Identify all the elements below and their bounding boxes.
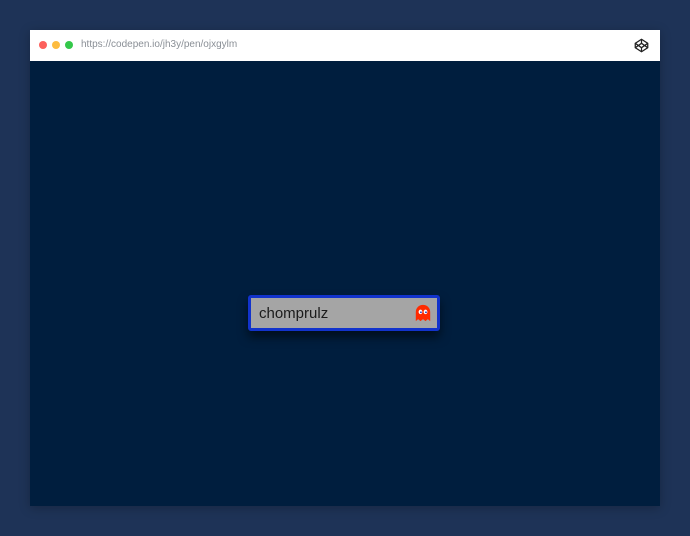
browser-window: https://codepen.io/jh3y/pen/ojxgylm bbox=[30, 30, 660, 506]
maximize-dot[interactable] bbox=[65, 41, 73, 49]
close-dot[interactable] bbox=[39, 41, 47, 49]
codepen-icon[interactable] bbox=[634, 38, 649, 53]
browser-titlebar: https://codepen.io/jh3y/pen/ojxgylm bbox=[30, 30, 660, 61]
minimize-dot[interactable] bbox=[52, 41, 60, 49]
page-viewport bbox=[30, 61, 660, 506]
ghost-icon bbox=[415, 304, 431, 322]
username-field[interactable] bbox=[248, 295, 440, 331]
username-input[interactable] bbox=[251, 298, 401, 328]
url-text: https://codepen.io/jh3y/pen/ojxgylm bbox=[81, 39, 238, 50]
